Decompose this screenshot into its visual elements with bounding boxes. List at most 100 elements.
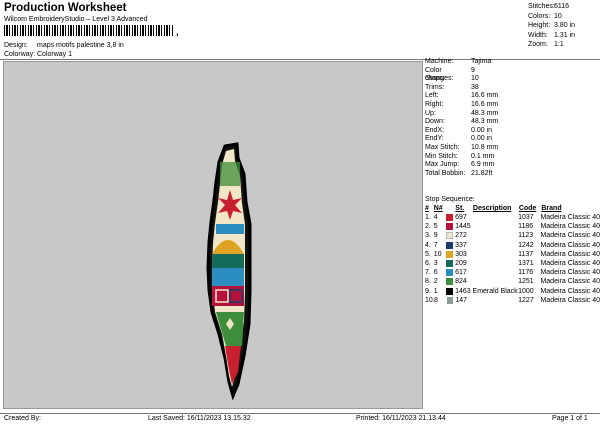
color-swatch (446, 259, 454, 267)
thread-brand: Madeira Classic 40 (540, 278, 600, 286)
machine-prop-label: EndY: (425, 135, 444, 143)
thread-brand: Madeira Classic 40 (540, 287, 600, 295)
stitch-count: 824 (455, 278, 467, 286)
machine-prop-value: 9 (471, 66, 475, 74)
machine-prop-label: Color changes: (425, 66, 454, 83)
machine-prop-label: Up: (425, 109, 436, 117)
needle-number: 8 (434, 296, 438, 304)
thread-description (473, 231, 519, 240)
machine-prop-label: Machine: (425, 58, 454, 65)
color-swatch (446, 278, 454, 286)
color-swatch (446, 214, 454, 221)
stop-row: 5. 10 303 1137 Madeira Classic 40 (425, 250, 600, 259)
stop-row: 10. 8 147 1227 Madeira Classic 40 (425, 296, 600, 305)
thread-code: 1227 (518, 296, 534, 304)
machine-prop-value: 21.82ft (471, 169, 493, 177)
thread-description: Emerald Black (472, 287, 518, 295)
machine-prop-row: Left: 16.6 mm (425, 92, 498, 101)
machine-prop-row: Right: 16.6 mm (425, 101, 498, 110)
machine-prop-label: Right: (425, 100, 444, 108)
stitch-count: 209 (455, 259, 467, 267)
col-code-header: Code (518, 205, 537, 212)
thread-brand: Madeira Classic 40 (540, 214, 600, 221)
color-swatch (446, 296, 454, 304)
stitch-count: 272 (455, 232, 467, 240)
zoom-label: Zoom: (528, 41, 548, 48)
width-label: Width: (528, 31, 548, 39)
thread-description (473, 213, 519, 222)
machine-prop-row: Max Jump: 6.9 mm (425, 161, 498, 170)
color-swatch (446, 223, 454, 231)
thread-code: 1000 (518, 287, 534, 295)
colors-label: Colors: (528, 12, 551, 20)
height-label: Height: (528, 22, 551, 29)
thread-description (473, 296, 518, 305)
machine-prop-label: Min Stitch: (425, 152, 458, 160)
header-divider (0, 59, 600, 60)
machine-prop-row: Down: 48.3 mm (425, 118, 498, 127)
thread-code: 1186 (518, 223, 534, 231)
embroidery-map-image (206, 142, 252, 401)
needle-number: 10 (433, 250, 442, 258)
machine-prop-value: 48.3 mm (471, 118, 499, 126)
machine-prop-value: 0.00 in (471, 126, 493, 134)
height-value: 3.80 in (554, 22, 576, 29)
thread-brand: Madeira Classic 40 (540, 269, 600, 277)
machine-prop-value: 0.1 mm (471, 152, 495, 160)
stitch-count: 617 (455, 269, 467, 277)
machine-prop-value: Tajima (471, 58, 492, 65)
thread-description (473, 241, 519, 250)
stop-row: 3. 9 272 1123 Madeira Classic 40 (425, 231, 600, 240)
stop-number: 5. (425, 250, 431, 258)
color-swatch (446, 287, 454, 295)
machine-prop-label: Left: (425, 92, 439, 100)
thread-brand: Madeira Classic 40 (540, 259, 600, 267)
stop-row: 2. 5 1445 1186 Madeira Classic 40 (425, 222, 600, 231)
machine-prop-row: Max Stitch: 10.8 mm (425, 144, 498, 153)
stitch-count: 147 (455, 296, 468, 304)
stop-number: 8. (425, 278, 431, 286)
page-number: Page 1 of 1 (552, 415, 588, 422)
thread-brand: Madeira Classic 40 (540, 232, 600, 240)
needle-number: 3 (433, 259, 438, 267)
needle-number: 5 (433, 223, 438, 231)
machine-prop-label: EndX: (425, 126, 445, 134)
stop-number: 7. (425, 269, 431, 277)
design-info: Design: maps motifs palestine 3,8 in Colo… (4, 41, 124, 59)
needle-number: 1 (433, 287, 438, 295)
width-value: 1.31 in (554, 31, 576, 39)
stop-sequence-header: # N# St. Description Code Brand (425, 204, 600, 213)
col-stitches-header: St. (455, 205, 465, 212)
thread-code: 1137 (518, 250, 534, 258)
stop-row: 7. 6 617 1176 Madeira Classic 40 (425, 268, 600, 277)
col-stop-header: # (425, 205, 429, 212)
colorway-label: Colorway: (4, 51, 36, 58)
machine-prop-value: 10 (471, 75, 479, 83)
design-label: Design: (4, 42, 28, 49)
stop-number: 1. (425, 214, 431, 221)
created-by: Created By: (4, 415, 41, 422)
zoom-value: 1:1 (554, 41, 564, 48)
page-footer: Created By: Last Saved: 16/11/2023 13.15… (0, 413, 600, 424)
stop-number: 3. (425, 232, 431, 240)
thread-brand: Madeira Classic 40 (540, 250, 600, 258)
barcode-tail: , (176, 27, 179, 37)
design-name: maps motifs palestine 3,8 in (37, 42, 124, 49)
stitch-count: 697 (455, 214, 467, 221)
machine-prop-label: Trims: (425, 83, 445, 91)
machine-prop-row: EndY: 0.00 in (425, 135, 498, 144)
stop-number: 2. (425, 223, 431, 231)
machine-properties: Machine: Tajima Color changes: 9 Stops: 10 Tri… (425, 58, 498, 178)
design-stats: Stitches: 6116 Colors: 10 Height: 3.80 in W… (528, 2, 600, 50)
last-saved: Last Saved: 16/11/2023 13.15.32 (148, 415, 251, 422)
colorway-value: Colorway 1 (37, 51, 73, 58)
thread-description (473, 222, 519, 231)
col-needle-header: N# (433, 205, 443, 212)
machine-prop-row: Total Bobbin: 21.82ft (425, 170, 498, 179)
stop-sequence-rows: 1. 4 697 1037 Madeira Classic 40 2. 5 1445 1186 M… (425, 213, 600, 305)
machine-prop-value: 10.8 mm (471, 143, 499, 151)
color-swatch (446, 232, 454, 240)
machine-prop-row: Min Stitch: 0.1 mm (425, 153, 498, 162)
machine-prop-label: Total Bobbin: (425, 169, 466, 177)
thread-code: 1176 (518, 269, 534, 277)
